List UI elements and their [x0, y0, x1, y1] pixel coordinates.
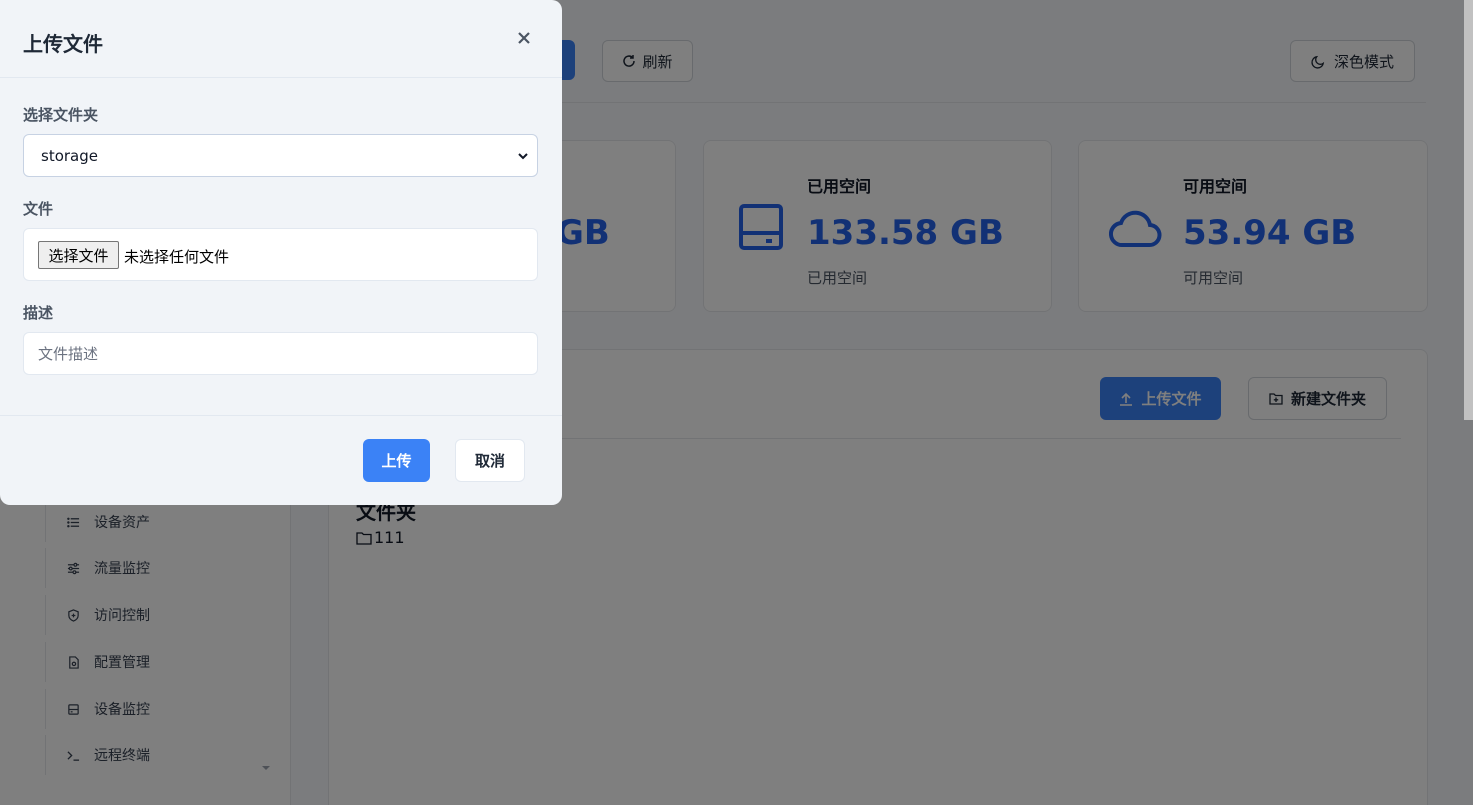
modal-footer-divider	[0, 415, 562, 416]
upload-file-modal: 上传文件 选择文件夹 storage 文件 选择文件 未选择任何文件 描述 文件…	[0, 0, 562, 505]
description-input[interactable]: 文件描述	[23, 332, 538, 375]
close-icon[interactable]	[514, 28, 534, 50]
folder-select-value: storage	[41, 146, 98, 165]
upload-submit-button[interactable]: 上传	[363, 439, 430, 482]
modal-title: 上传文件	[23, 32, 103, 56]
file-status: 未选择任何文件	[124, 248, 230, 266]
file-label: 文件	[23, 200, 54, 218]
cancel-button[interactable]: 取消	[455, 439, 525, 482]
file-input: 选择文件 未选择任何文件	[23, 228, 538, 281]
description-label: 描述	[23, 304, 54, 322]
choose-file-button[interactable]: 选择文件	[38, 241, 119, 269]
scrollbar[interactable]	[1464, 0, 1473, 420]
modal-header: 上传文件	[0, 0, 562, 78]
folder-select[interactable]: storage	[23, 134, 538, 177]
chevron-down-icon	[518, 153, 528, 160]
folder-label: 选择文件夹	[23, 106, 99, 124]
